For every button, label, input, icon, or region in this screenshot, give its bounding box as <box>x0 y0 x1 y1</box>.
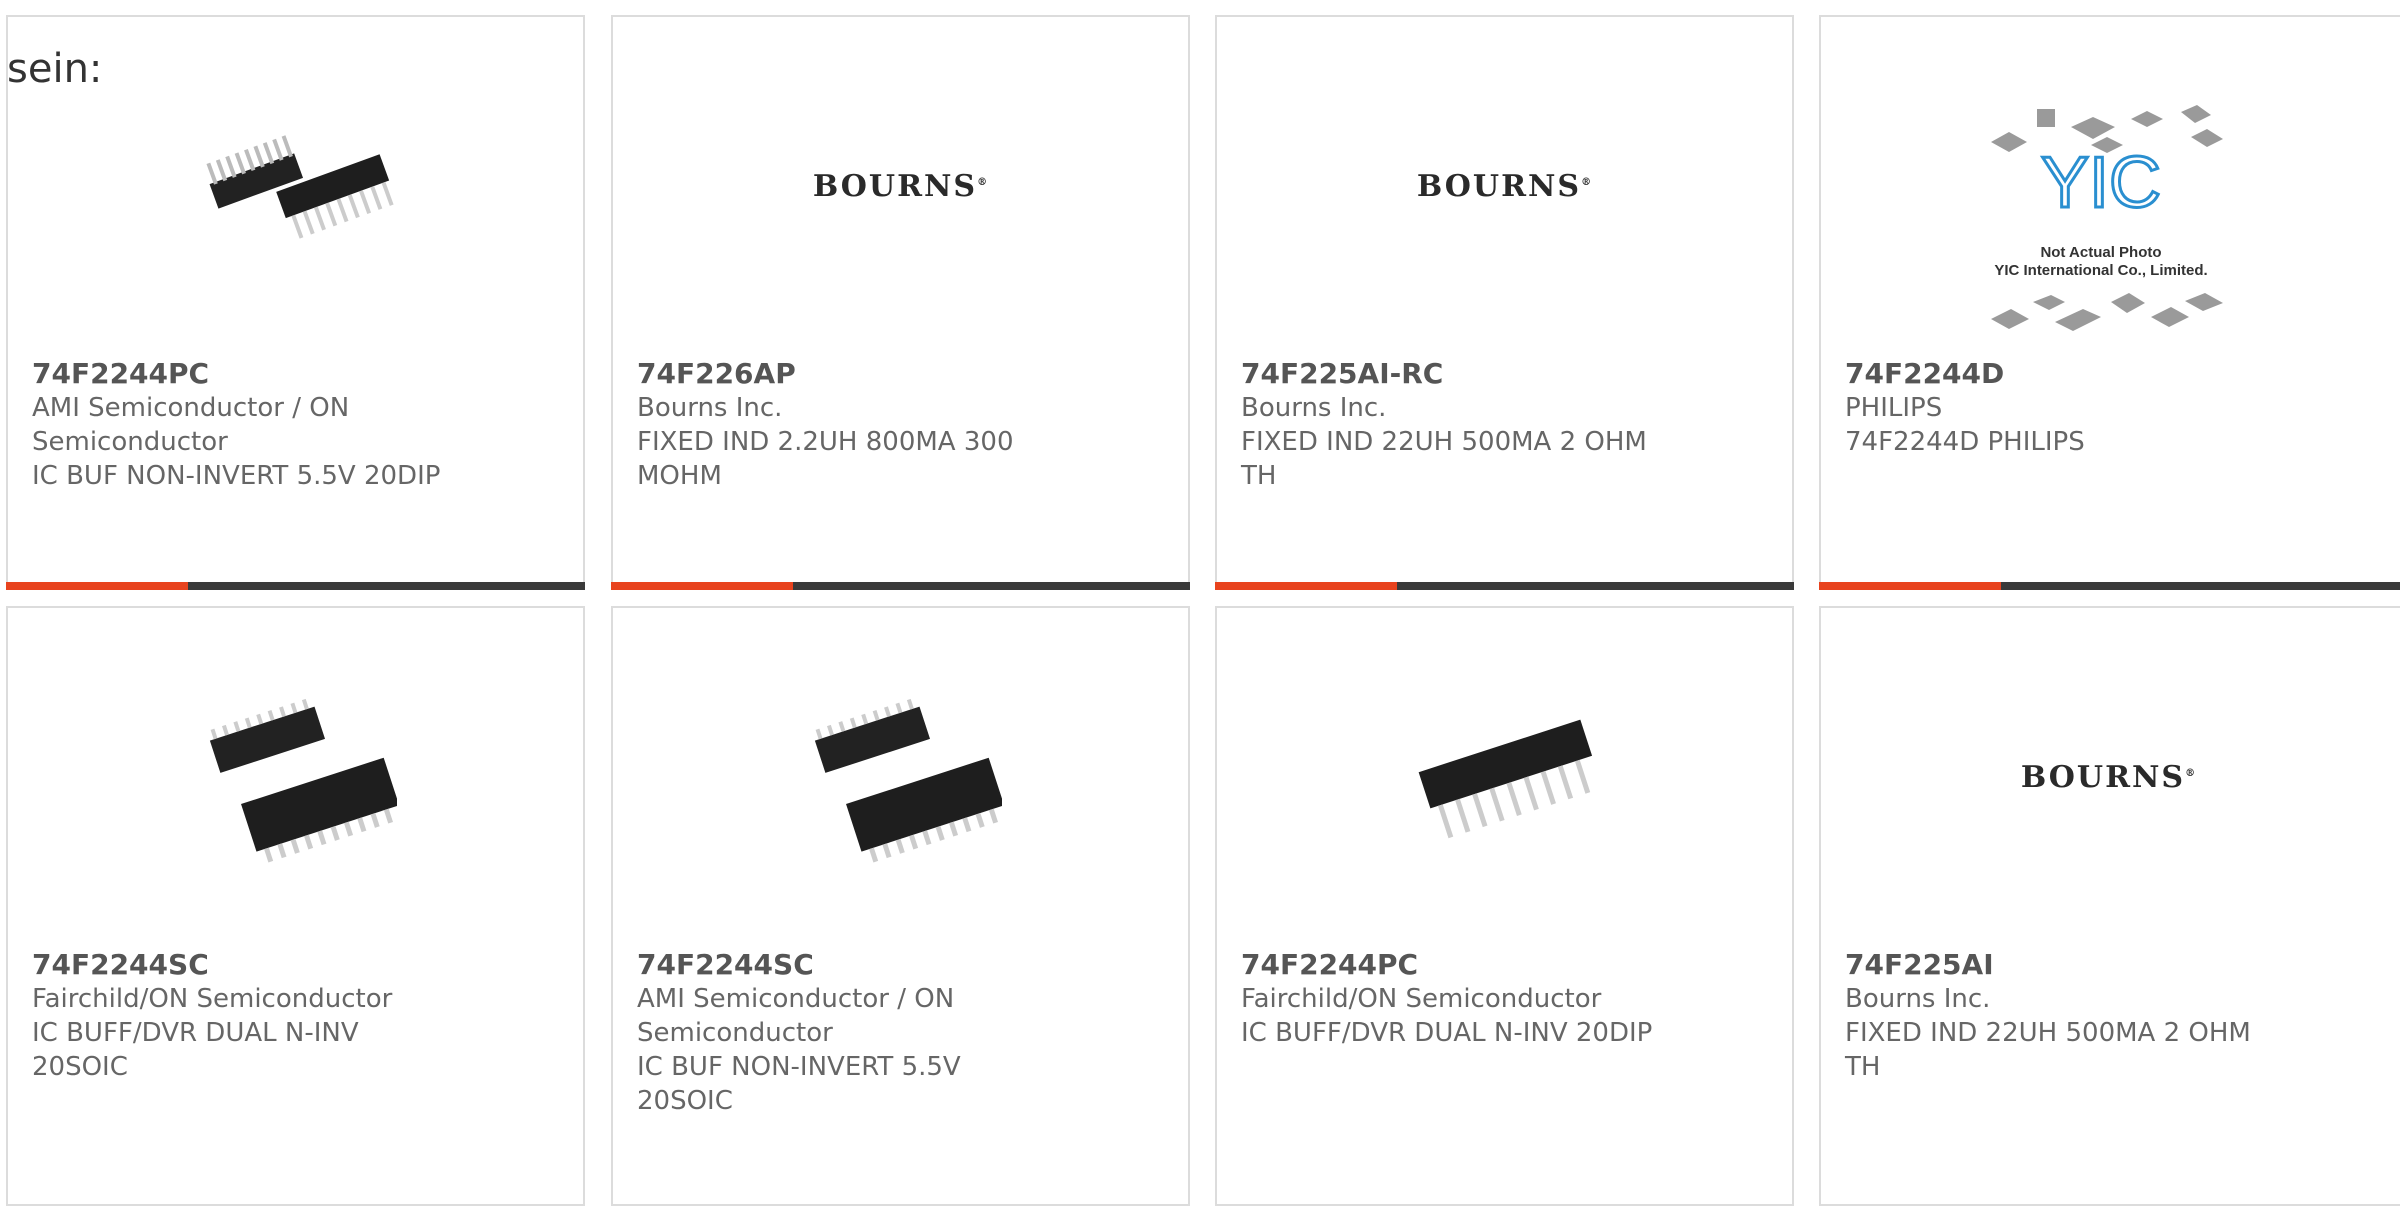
product-image-bourns[interactable]: BOURNS® <box>800 85 1002 287</box>
description: IC BUFF/DVR DUAL N-INV <box>32 1018 359 1048</box>
bourns-logo: BOURNS® <box>2020 759 2198 795</box>
part-number[interactable]: 74F2244SC <box>32 948 452 982</box>
lead-text: sein: <box>7 46 103 92</box>
soic-ic-icon <box>209 698 397 863</box>
description: FIXED IND 22UH 500MA 2 OHM <box>1845 1018 2251 1048</box>
part-number[interactable]: 74F225AI-RC <box>1241 357 1661 391</box>
yic-placeholder-icon: YIC Not Actual Photo YIC International C… <box>1991 105 2223 331</box>
product-info: 74F226AP Bourns Inc. FIXED IND 2.2UH 800… <box>637 357 1057 493</box>
dip-ic-icon <box>206 135 394 239</box>
description: FIXED IND 22UH 500MA 2 OHM <box>1241 427 1647 457</box>
description: TH <box>1845 1052 1881 1082</box>
product-image-soic[interactable] <box>195 676 397 878</box>
product-info: 74F2244D PHILIPS 74F2244D PHILIPS <box>1845 357 2265 459</box>
product-info: 74F225AI Bourns Inc. FIXED IND 22UH 500M… <box>1845 948 2265 1084</box>
product-info: 74F225AI-RC Bourns Inc. FIXED IND 22UH 5… <box>1241 357 1661 493</box>
manufacturer: Bourns Inc. <box>637 393 783 423</box>
description: MOHM <box>637 461 722 491</box>
card-footer-bar <box>1215 582 1794 590</box>
product-card[interactable]: 74F2244SC Fairchild/ON Semiconductor IC … <box>6 606 585 1206</box>
manufacturer: AMI Semiconductor / ON <box>637 984 955 1014</box>
manufacturer: PHILIPS <box>1845 393 1943 423</box>
part-number[interactable]: 74F225AI <box>1845 948 2265 982</box>
manufacturer: Fairchild/ON Semiconductor <box>32 984 393 1014</box>
card-footer-bar <box>6 582 585 590</box>
part-number[interactable]: 74F2244PC <box>32 357 452 391</box>
product-card[interactable]: 74F2244PC Fairchild/ON Semiconductor IC … <box>1215 606 1794 1206</box>
description: 74F2244D PHILIPS <box>1845 427 2085 457</box>
product-image-bourns[interactable]: BOURNS® <box>1404 85 1606 287</box>
part-number[interactable]: 74F226AP <box>637 357 1057 391</box>
bourns-logo: BOURNS® <box>1416 168 1594 204</box>
description: IC BUFF/DVR DUAL N-INV 20DIP <box>1241 1018 1653 1048</box>
part-number[interactable]: 74F2244PC <box>1241 948 1661 982</box>
product-image-yic[interactable]: YIC Not Actual Photo YIC International C… <box>1971 97 2231 337</box>
product-card[interactable]: 74F2244SC AMI Semiconductor / ON Semicon… <box>611 606 1190 1206</box>
product-info: 74F2244SC AMI Semiconductor / ON Semicon… <box>637 948 1057 1118</box>
product-image-dip-ic[interactable] <box>195 85 397 287</box>
svg-text:YIC: YIC <box>2041 143 2161 223</box>
part-number[interactable]: 74F2244SC <box>637 948 1057 982</box>
product-card[interactable]: BOURNS® 74F226AP Bourns Inc. FIXED IND 2… <box>611 15 1190 590</box>
manufacturer: Semiconductor <box>32 427 228 457</box>
manufacturer: Semiconductor <box>637 1018 833 1048</box>
card-footer-bar <box>1819 582 2400 590</box>
part-number[interactable]: 74F2244D <box>1845 357 2265 391</box>
product-card[interactable]: YIC Not Actual Photo YIC International C… <box>1819 15 2400 590</box>
bourns-logo: BOURNS® <box>812 168 990 204</box>
description: TH <box>1241 461 1277 491</box>
description: IC BUF NON-INVERT 5.5V <box>637 1052 961 1082</box>
description: 20SOIC <box>637 1086 733 1116</box>
soic-ic-icon <box>814 698 1002 863</box>
product-image-bourns[interactable]: BOURNS® <box>2008 676 2210 878</box>
card-footer-bar <box>611 582 1190 590</box>
product-card[interactable]: 74F2244PC AMI Semiconductor / ON Semicon… <box>6 15 585 590</box>
dip-ic-single-icon <box>1418 719 1593 839</box>
manufacturer: Fairchild/ON Semiconductor <box>1241 984 1602 1014</box>
product-info: 74F2244PC AMI Semiconductor / ON Semicon… <box>32 357 452 493</box>
description: 20SOIC <box>32 1052 128 1082</box>
product-card[interactable]: BOURNS® 74F225AI-RC Bourns Inc. FIXED IN… <box>1215 15 1794 590</box>
manufacturer: AMI Semiconductor / ON <box>32 393 350 423</box>
product-card[interactable]: BOURNS® 74F225AI Bourns Inc. FIXED IND 2… <box>1819 606 2400 1206</box>
product-image-soic[interactable] <box>800 676 1002 878</box>
svg-text:YIC International Co., Limited: YIC International Co., Limited. <box>1994 262 2207 279</box>
manufacturer: Bourns Inc. <box>1845 984 1991 1014</box>
description: IC BUF NON-INVERT 5.5V 20DIP <box>32 461 441 491</box>
product-info: 74F2244PC Fairchild/ON Semiconductor IC … <box>1241 948 1661 1050</box>
manufacturer: Bourns Inc. <box>1241 393 1387 423</box>
product-info: 74F2244SC Fairchild/ON Semiconductor IC … <box>32 948 452 1084</box>
description: FIXED IND 2.2UH 800MA 300 <box>637 427 1014 457</box>
svg-text:Not Actual Photo: Not Actual Photo <box>2040 244 2161 261</box>
product-image-dip[interactable] <box>1404 676 1606 878</box>
